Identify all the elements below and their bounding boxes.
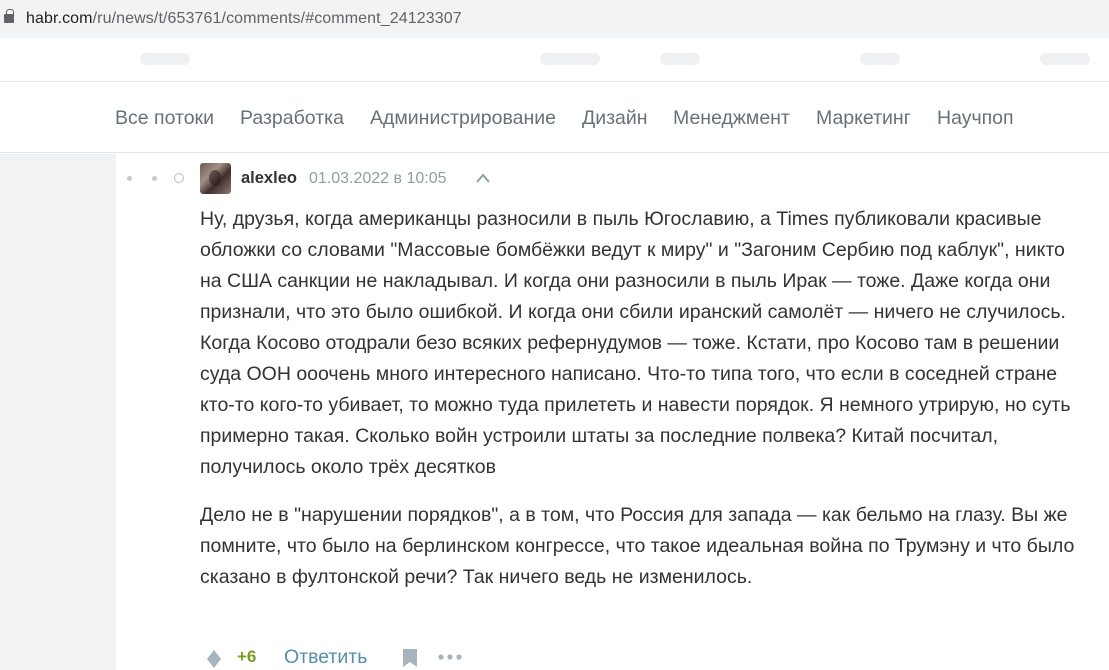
comment-timestamp[interactable]: 01.03.2022 в 10:05 [309, 170, 447, 188]
more-dots-icon[interactable] [437, 652, 463, 662]
thread-dot [152, 176, 157, 181]
bookmark-placeholder [1040, 53, 1090, 65]
flow-popsci[interactable]: Научпоп [937, 107, 1014, 130]
comment-score: +6 [237, 647, 257, 666]
flow-management[interactable]: Менеджмент [673, 107, 790, 130]
url-text[interactable]: habr.com/ru/news/t/653761/comments/#comm… [26, 10, 462, 28]
thread-dot-current[interactable] [174, 173, 184, 183]
flow-design[interactable]: Дизайн [582, 107, 648, 130]
flow-all[interactable]: Все потоки [115, 107, 214, 130]
flow-development[interactable]: Разработка [240, 107, 344, 130]
url-host: habr.com [26, 10, 93, 27]
thread-dot [127, 176, 132, 181]
flow-marketing[interactable]: Маркетинг [816, 107, 911, 130]
comment-body: Ну, друзья, когда американцы разносили в… [200, 204, 1080, 610]
comment-paragraph: Дело не в "нарушении порядков", а в том,… [200, 504, 1075, 588]
lock-icon [4, 9, 14, 23]
vote-diamond-icon[interactable] [205, 649, 223, 669]
flow-administration[interactable]: Администрирование [370, 107, 556, 130]
bookmark-icon[interactable] [402, 648, 418, 668]
chevron-up-icon[interactable] [475, 172, 491, 184]
url-path: /ru/news/t/653761/comments/#comment_2412… [92, 10, 462, 27]
bookmarks-bar [0, 38, 1109, 82]
bookmark-placeholder [860, 53, 900, 65]
comment-paragraph: Ну, друзья, когда американцы разносили в… [200, 208, 1071, 478]
flows-nav: Все потоки Разработка Администрирование … [0, 83, 1109, 153]
bookmark-placeholder [660, 53, 700, 65]
avatar[interactable] [200, 163, 231, 194]
browser-address-bar[interactable]: habr.com/ru/news/t/653761/comments/#comm… [0, 0, 1109, 38]
reply-button[interactable]: Ответить [284, 646, 367, 669]
bookmark-placeholder [540, 53, 600, 65]
comment-username[interactable]: alexleo [241, 169, 297, 188]
bookmark-placeholder [140, 53, 190, 65]
